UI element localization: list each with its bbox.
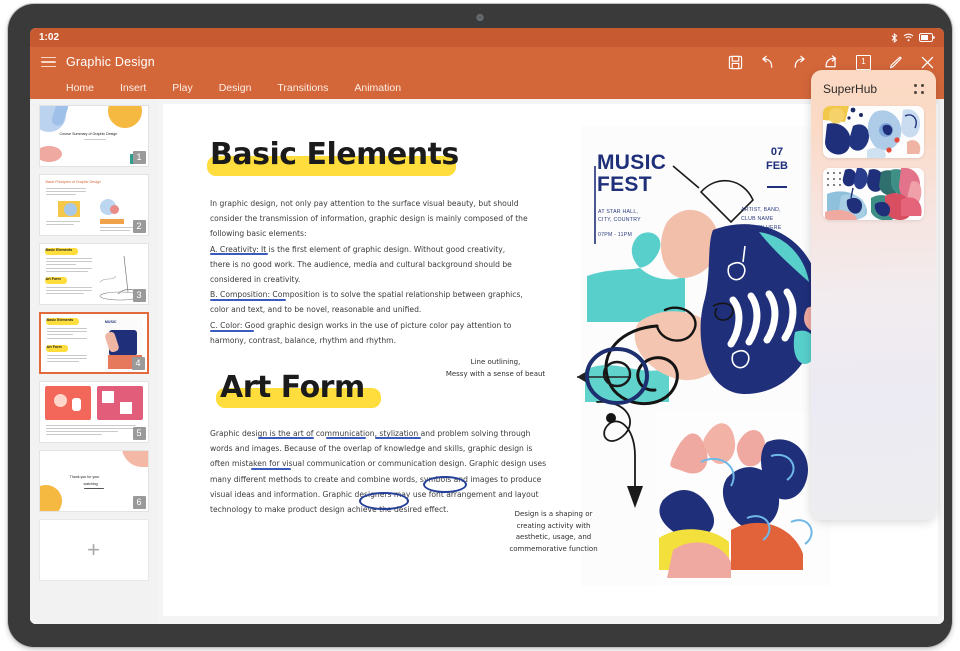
ink-underline-communication (258, 437, 314, 439)
body-line: consider the transmission of information… (210, 214, 528, 224)
tab-design[interactable]: Design (219, 82, 252, 94)
ink-circle-designers (359, 492, 409, 510)
poster-credits-line3: GOES IN HERE (741, 225, 782, 231)
app-header: Graphic Design 1 (30, 47, 944, 77)
status-bar: 1:02 (30, 28, 944, 47)
basic-elements-body: In graphic design, not only pay attentio… (210, 196, 540, 348)
slide-number-badge: 2 (132, 220, 146, 233)
hamburger-menu-icon[interactable] (41, 56, 56, 68)
status-bar-time: 1:02 (39, 32, 60, 43)
tablet-screen: 1:02 Graphic Design 1 Home Insert Play D… (30, 28, 944, 624)
bluetooth-icon (891, 32, 898, 43)
document-title: Graphic Design (66, 55, 155, 69)
superhub-thumbnail-2[interactable] (823, 168, 924, 220)
ribbon-tab-bar: Home Insert Play Design Transitions Anim… (30, 77, 944, 99)
ink-underline-color (210, 330, 254, 332)
annotation-line-outlining: Line outlining, Messy with a sense of be… (428, 357, 563, 380)
tab-play[interactable]: Play (172, 82, 192, 94)
tab-insert[interactable]: Insert (120, 82, 146, 94)
poster-title-line2: FEST (597, 173, 652, 196)
annotation-line: Line outlining, (470, 358, 521, 366)
ink-underline-creativity (210, 253, 268, 255)
close-icon[interactable] (920, 55, 935, 70)
add-slide-button[interactable]: + (38, 519, 149, 581)
save-icon[interactable] (728, 55, 743, 70)
tablet-device: 1:02 Graphic Design 1 Home Insert Play D… (8, 4, 952, 647)
body-line: C. Color: Good graphic design works in t… (210, 320, 512, 330)
undo-icon[interactable] (760, 55, 775, 70)
annotation-line: creating activity with (516, 521, 591, 530)
grid-dots-icon[interactable] (914, 84, 924, 94)
ink-underline-problem (375, 437, 421, 439)
poster-date-day: 07 (770, 146, 784, 158)
slide-thumbnail-panel[interactable]: Course Summary of Graphic Design 1 Basic… (30, 99, 157, 624)
body-line: following basic elements: (210, 229, 307, 239)
redo-icon[interactable] (792, 55, 807, 70)
slide-thumbnail-5[interactable]: 5 (38, 381, 149, 443)
tab-home[interactable]: Home (66, 82, 94, 94)
poster-time: 07PM - 11PM (598, 232, 633, 238)
battery-icon (919, 33, 935, 42)
body-line: considered in creativity. (210, 275, 301, 285)
slide-number-badge: 5 (132, 427, 146, 440)
workspace: Course Summary of Graphic Design 1 Basic… (30, 99, 944, 624)
poster-credits-line1: ARTIST, BAND, (741, 207, 781, 213)
slide-heading-art-form: Art Form (220, 370, 365, 405)
slide-thumbnail-6[interactable]: Thank you for your watching 6 (38, 450, 149, 512)
ink-circle-symbols (423, 476, 467, 493)
wifi-icon (903, 33, 914, 42)
slide-thumbnail-2[interactable]: Basic Principles of Graphic Design 2 (38, 174, 149, 236)
body-line: there is no good work. The audience, med… (210, 259, 512, 269)
superhub-panel[interactable]: SuperHub (811, 70, 936, 520)
annotation-line: Messy with a sense of beaut (445, 369, 546, 378)
tab-transitions[interactable]: Transitions (277, 82, 328, 94)
slide-number-badge: 6 (132, 496, 146, 509)
poster-venue-line2: CITY, COUNTRY (598, 217, 641, 223)
header-toolbar: 1 (728, 54, 935, 70)
pen-icon[interactable] (888, 55, 903, 70)
body-line: In graphic design, not only pay attentio… (210, 199, 519, 208)
poster-date-month: FEB (766, 160, 788, 172)
slide-thumbnail-3[interactable]: Basic Elements Art Form 3 (38, 243, 149, 305)
tab-animation[interactable]: Animation (354, 82, 401, 94)
poster-credits-line2: CLUB NAME (741, 216, 774, 222)
superhub-title: SuperHub (823, 82, 878, 96)
superhub-header: SuperHub (811, 70, 936, 96)
body-line: words and images. Because of the overlap… (210, 444, 533, 454)
body-line: Graphic design is the art of communicati… (210, 429, 531, 438)
ink-underline-composition (210, 299, 286, 301)
slide-thumbnail-1[interactable]: Course Summary of Graphic Design 1 (38, 105, 149, 167)
slide-number-badge: 3 (132, 289, 146, 302)
poster-title-line1: MUSIC (597, 151, 667, 174)
annotation-line: commemorative function (509, 544, 598, 553)
superhub-thumbnail-1[interactable] (823, 106, 924, 158)
add-slide-label: + (87, 537, 100, 562)
body-line: harmony, contrast, balance, rhythm and r… (210, 335, 396, 345)
front-camera-icon (476, 14, 484, 21)
slide-number-icon[interactable]: 1 (856, 54, 871, 70)
slide-number-label: 1 (861, 57, 866, 66)
slide-thumbnail-4[interactable]: Basic Elements Art Form MUSIC 4 (38, 312, 149, 374)
slide-number-badge: 4 (131, 357, 145, 370)
annotation-line: aesthetic, usage, and (515, 533, 592, 541)
poster-divider (767, 186, 787, 188)
slide-heading-basic-elements: Basic Elements (210, 137, 459, 172)
ink-underline-mistaken (251, 468, 291, 470)
body-line: color and text, and to be novel, reasona… (210, 305, 422, 315)
share-icon[interactable] (824, 54, 839, 70)
ink-squiggle-overlay (585, 302, 734, 423)
body-line: many different methods to create and com… (210, 474, 542, 484)
slide-number-badge: 1 (132, 151, 146, 164)
ink-underline-stylization (326, 437, 366, 439)
